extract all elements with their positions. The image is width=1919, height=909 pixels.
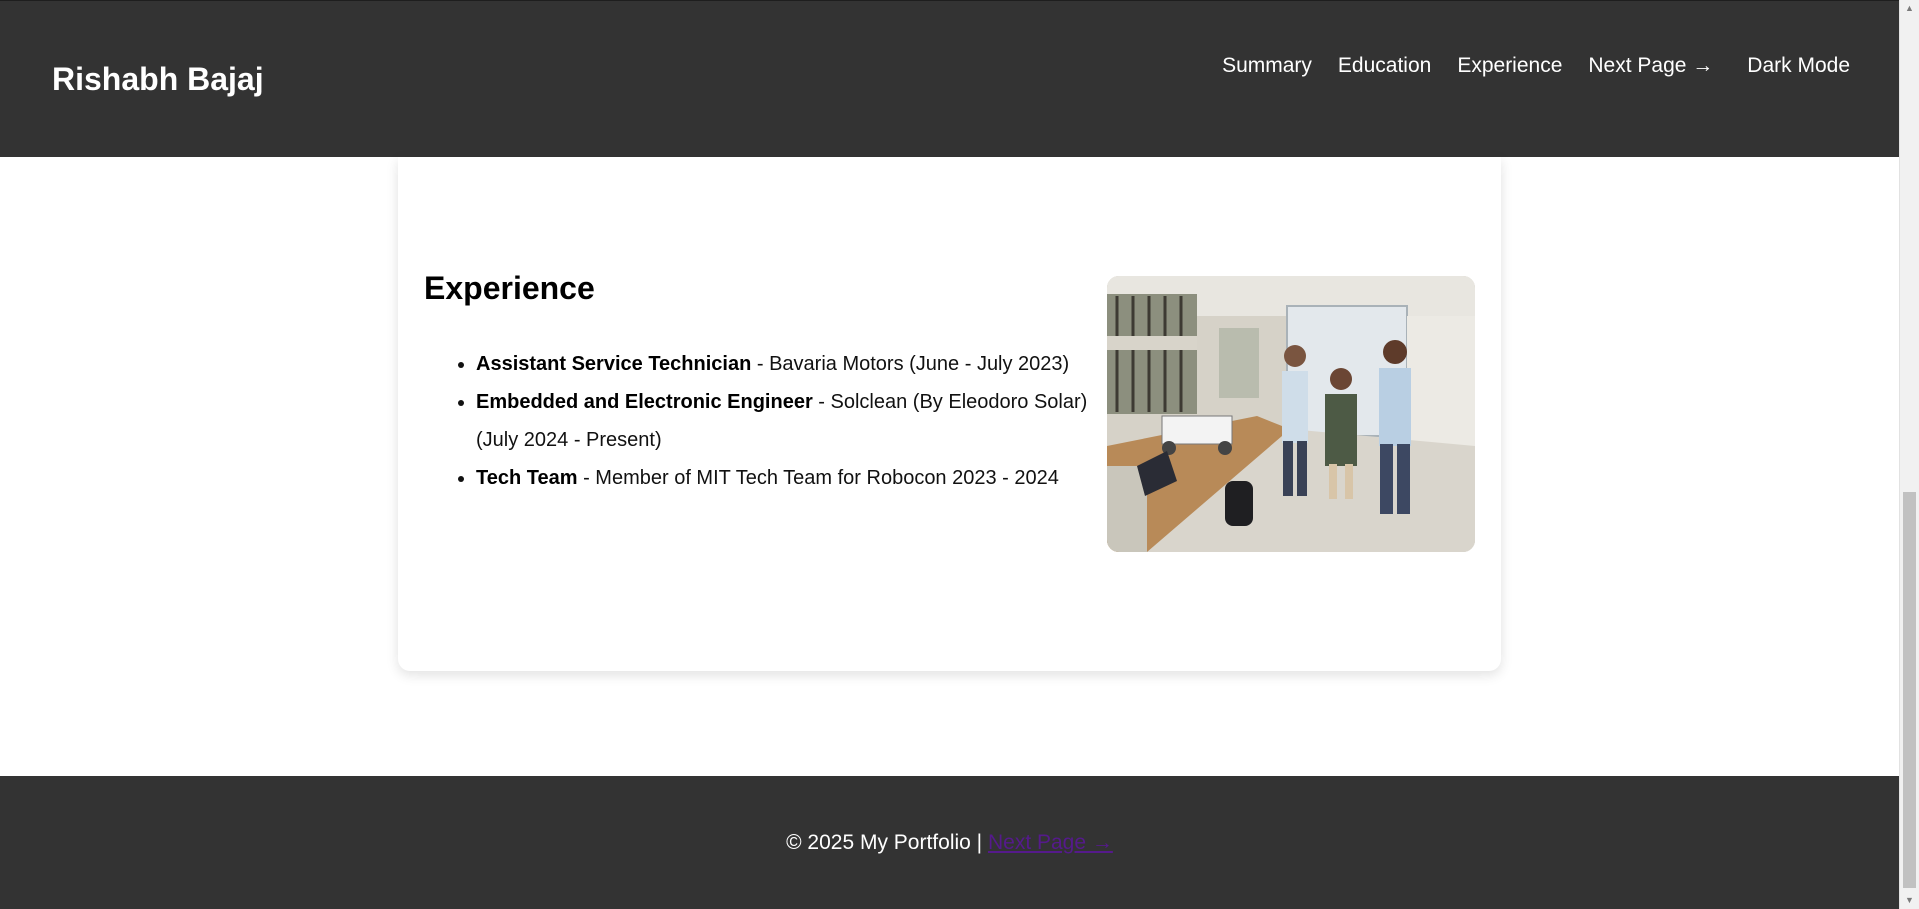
site-header: Rishabh Bajaj Summary Education Experien…: [0, 0, 1899, 157]
lab-photo-illustration: [1107, 276, 1475, 552]
experience-detail: - Member of MIT Tech Team for Robocon 20…: [577, 467, 1059, 489]
triangle-up-icon[interactable]: ▲: [1900, 0, 1919, 17]
site-footer: © 2025 My Portfolio | Next Page →: [0, 776, 1899, 909]
experience-role: Tech Team: [476, 467, 578, 489]
main-nav: Summary Education Experience Next Page →…: [1222, 53, 1850, 79]
experience-title: Experience: [424, 270, 595, 306]
vertical-scrollbar[interactable]: ▲ ▼: [1899, 0, 1919, 909]
dark-mode-toggle[interactable]: Dark Mode: [1747, 53, 1850, 79]
experience-list: Assistant Service Technician - Bavaria M…: [424, 345, 1116, 497]
viewport: Rishabh Bajaj Summary Education Experien…: [0, 0, 1899, 909]
experience-role: Embedded and Electronic Engineer: [476, 391, 813, 413]
page: Rishabh Bajaj Summary Education Experien…: [0, 0, 1919, 909]
nav-link-education[interactable]: Education: [1338, 53, 1431, 79]
footer-copyright: © 2025 My Portfolio |: [786, 831, 988, 854]
experience-item: Assistant Service Technician - Bavaria M…: [476, 345, 1116, 383]
footer-next-page-link[interactable]: Next Page →: [988, 831, 1113, 854]
brand-name: Rishabh Bajaj: [52, 61, 264, 97]
nav-link-next-page[interactable]: Next Page →: [1588, 53, 1713, 79]
nav-link-summary[interactable]: Summary: [1222, 53, 1312, 79]
nav-link-experience[interactable]: Experience: [1457, 53, 1562, 79]
footer-text-line: © 2025 My Portfolio | Next Page →: [0, 830, 1899, 856]
experience-photo: [1107, 276, 1475, 552]
triangle-down-icon[interactable]: ▼: [1900, 892, 1919, 909]
scrollbar-thumb[interactable]: [1903, 492, 1916, 888]
experience-item: Tech Team - Member of MIT Tech Team for …: [476, 459, 1116, 497]
experience-item: Embedded and Electronic Engineer - Solcl…: [476, 383, 1116, 459]
experience-role: Assistant Service Technician: [476, 353, 752, 375]
experience-detail: - Bavaria Motors (June - July 2023): [751, 353, 1070, 375]
experience-card: Experience Assistant Service Technician …: [398, 157, 1501, 671]
